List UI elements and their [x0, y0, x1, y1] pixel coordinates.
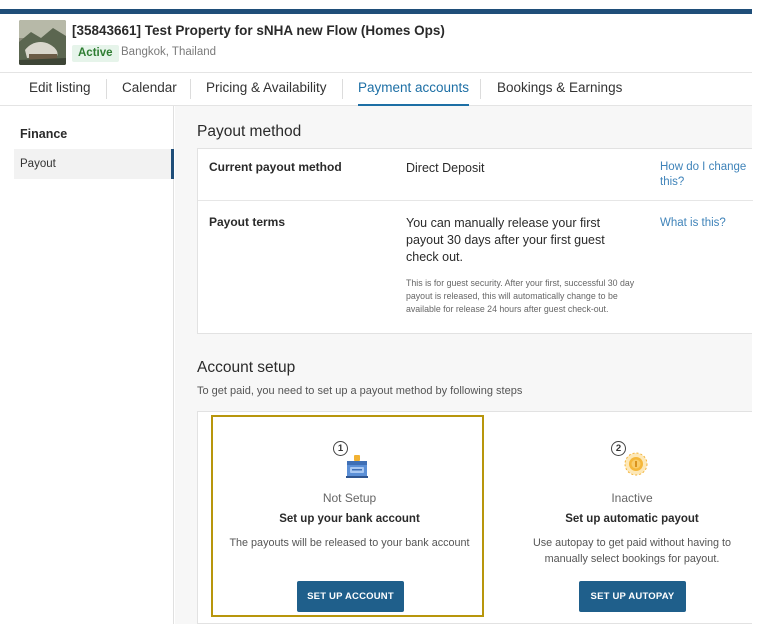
sidebar-item-payout[interactable]: Payout	[14, 149, 174, 179]
tab-divider	[480, 79, 481, 99]
tab-edit-listing[interactable]: Edit listing	[29, 73, 91, 106]
account-setup-subtitle: To get paid, you need to set up a payout…	[197, 385, 523, 397]
property-location: Bangkok, Thailand	[121, 46, 217, 58]
account-setup-card: 1 Not Setup Set up your bank account The…	[197, 411, 752, 624]
tab-divider	[190, 79, 191, 99]
set-up-autopay-button[interactable]: SET UP AUTOPAY	[579, 581, 686, 612]
payout-method-title: Payout method	[197, 123, 302, 140]
autopay-coin-icon	[623, 451, 649, 477]
step-status-inactive: Inactive	[611, 491, 653, 505]
payout-method-card: Current payout method Direct Deposit How…	[197, 148, 753, 334]
tab-divider	[342, 79, 343, 99]
account-setup-title: Account setup	[197, 359, 296, 376]
payout-terms-value: You can manually release your first payo…	[406, 216, 605, 264]
row-divider	[198, 200, 753, 201]
sidebar-heading: Finance	[20, 127, 68, 141]
status-badge: Active	[72, 45, 119, 62]
what-is-this-link[interactable]: What is this?	[660, 216, 752, 231]
tab-payment-accounts[interactable]: Payment accounts	[358, 73, 470, 106]
current-payout-label: Current payout method	[209, 160, 342, 174]
tab-calendar[interactable]: Calendar	[122, 73, 177, 106]
payout-terms-note: This is for guest security. After your f…	[406, 278, 635, 314]
set-up-account-button[interactable]: SET UP ACCOUNT	[297, 581, 404, 612]
step-automatic-payout: 2 Inactive Set up automatic payout Use a…	[494, 412, 765, 623]
step-bank-account: 1 Not Setup Set up your bank account The…	[212, 412, 487, 623]
step-status-not-setup: Not Setup	[322, 491, 377, 505]
tab-divider	[106, 79, 107, 99]
how-to-change-link[interactable]: How do I change this?	[660, 160, 752, 190]
listing-tabs: Edit listing Calendar Pricing & Availabi…	[0, 72, 752, 106]
property-title: [35843661] Test Property for sNHA new Fl…	[72, 23, 445, 38]
tab-bookings-earnings[interactable]: Bookings & Earnings	[497, 73, 622, 106]
bank-icon	[342, 454, 372, 480]
step-desc-bank: The payouts will be released to your ban…	[229, 537, 470, 549]
tab-pricing-availability[interactable]: Pricing & Availability	[206, 73, 327, 106]
step-desc-autopay: Use autopay to get paid without having t…	[532, 537, 732, 565]
finance-sidebar: Finance Payout	[0, 106, 174, 624]
step-title-bank: Set up your bank account	[279, 513, 420, 525]
current-payout-value: Direct Deposit	[406, 161, 485, 175]
property-header: [35843661] Test Property for sNHA new Fl…	[0, 14, 752, 72]
payout-terms-label: Payout terms	[209, 215, 286, 229]
step-title-autopay: Set up automatic payout	[565, 513, 699, 525]
property-thumbnail	[19, 20, 66, 65]
